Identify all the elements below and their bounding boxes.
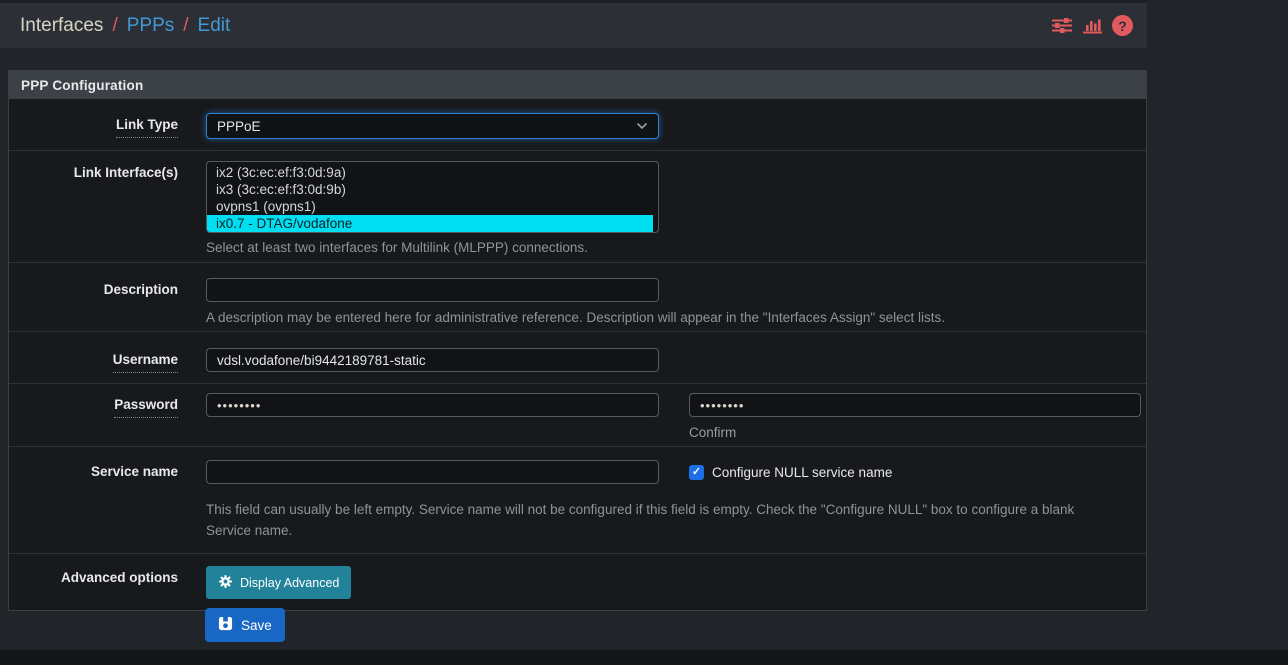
breadcrumb: Interfaces / PPPs / Edit [20,15,230,37]
configure-null-label: Configure NULL service name [712,465,892,480]
panel-body: Link Type PPPoE Link Interface(s) [9,99,1146,610]
link-type-label: Link Type [116,113,178,138]
navbar-actions: ? [1051,15,1133,36]
description-input[interactable] [206,278,659,302]
save-button-label: Save [241,618,272,633]
form-row-username: Username [9,332,1146,384]
link-interfaces-listbox[interactable]: ix2 (3c:ec:ef:f3:0d:9a)ix3 (3c:ec:ef:f3:… [206,161,659,233]
display-advanced-label: Display Advanced [240,576,339,590]
help-icon[interactable]: ? [1112,15,1133,36]
gear-icon [218,574,233,592]
advanced-options-label: Advanced options [61,566,178,590]
footer [0,650,1288,665]
breadcrumb-separator: / [183,15,188,37]
listbox-option[interactable]: ix3 (3c:ec:ef:f3:0d:9b) [207,181,653,198]
ppp-configuration-panel: PPP Configuration Link Type PPPoE [8,70,1147,611]
service-name-input[interactable] [206,460,659,484]
configure-null-checkbox[interactable]: ✓ [689,465,704,480]
form-row-service-name: Service name ✓ Configure NULL service na… [9,447,1146,554]
service-name-help: This field can usually be left empty. Se… [206,499,1108,541]
listbox-option[interactable]: ix0.7 - DTAG/vodafone [207,215,653,232]
password-confirm-input[interactable] [689,393,1141,417]
form-row-password: Password Confirm [9,384,1146,447]
chevron-down-icon [636,117,648,135]
breadcrumb-interfaces[interactable]: Interfaces [20,15,103,37]
username-input[interactable] [206,348,659,372]
bar-chart-icon[interactable] [1082,17,1103,34]
top-navbar: Interfaces / PPPs / Edit [0,0,1147,48]
form-row-description: Description A description may be entered… [9,263,1146,332]
breadcrumb-ppps-link[interactable]: PPPs [127,15,175,37]
password-input[interactable] [206,393,659,417]
service-name-label: Service name [91,460,178,484]
listbox-option[interactable]: ovpns1 (ovpns1) [207,198,653,215]
password-label: Password [114,393,178,418]
sliders-icon[interactable] [1051,17,1073,34]
form-row-link-interfaces: Link Interface(s) ix2 (3c:ec:ef:f3:0d:9a… [9,151,1146,263]
listbox-option[interactable]: ix2 (3c:ec:ef:f3:0d:9a) [207,164,653,181]
username-label: Username [113,348,178,373]
password-confirm-label: Confirm [689,424,1141,441]
link-type-select[interactable]: PPPoE [206,113,659,139]
form-row-link-type: Link Type PPPoE [9,99,1146,151]
save-icon [218,616,233,634]
check-icon: ✓ [692,467,701,478]
description-help: A description may be entered here for ad… [206,309,1146,327]
panel-title: PPP Configuration [21,78,143,93]
configure-null-checkbox-row[interactable]: ✓ Configure NULL service name [689,460,892,484]
description-label: Description [104,278,178,302]
breadcrumb-separator: / [112,15,117,37]
page: Interfaces / PPPs / Edit [0,0,1288,665]
display-advanced-button[interactable]: Display Advanced [206,566,351,599]
form-row-advanced-options: Advanced options [9,554,1146,610]
link-interfaces-help: Select at least two interfaces for Multi… [206,239,1146,257]
breadcrumb-edit-link[interactable]: Edit [198,15,231,37]
panel-header: PPP Configuration [9,71,1146,99]
link-interfaces-label: Link Interface(s) [74,161,178,185]
save-button[interactable]: Save [205,608,285,642]
link-type-selected-value: PPPoE [217,119,261,134]
help-glyph: ? [1118,18,1127,34]
